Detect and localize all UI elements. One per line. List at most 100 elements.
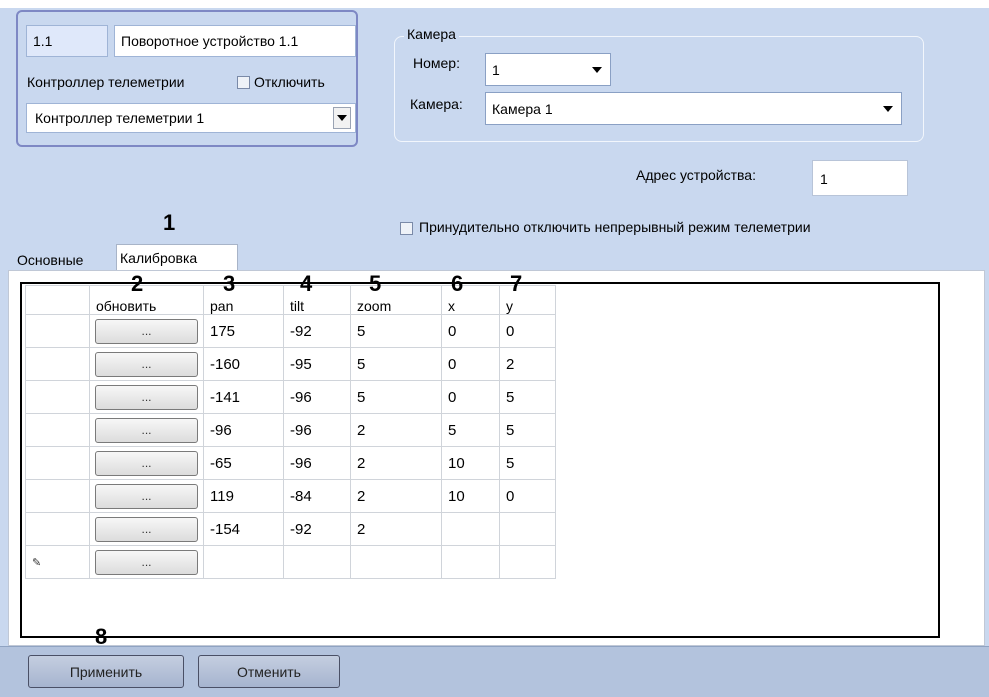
zoom-cell[interactable] xyxy=(350,545,442,579)
chevron-down-icon[interactable] xyxy=(333,107,351,129)
y-cell[interactable] xyxy=(499,512,556,546)
table-row-new[interactable]: ✎ ... xyxy=(25,545,556,579)
row-marker[interactable]: ✎ xyxy=(25,545,90,579)
row-marker[interactable] xyxy=(25,413,90,447)
camera-select[interactable]: Камера 1 xyxy=(485,92,902,125)
zoom-cell[interactable]: 2 xyxy=(350,413,442,447)
column-header-tilt[interactable]: tilt xyxy=(283,285,351,315)
update-row-button[interactable]: ... xyxy=(95,384,198,410)
table-row[interactable]: ... 175 -92 5 0 0 xyxy=(25,314,556,348)
y-cell[interactable]: 5 xyxy=(499,380,556,414)
x-cell[interactable]: 0 xyxy=(441,347,500,381)
pan-cell[interactable] xyxy=(203,545,284,579)
zoom-cell[interactable]: 5 xyxy=(350,347,442,381)
cancel-button[interactable]: Отменить xyxy=(198,655,340,688)
table-row[interactable]: ... 119 -84 2 10 0 xyxy=(25,479,556,513)
y-cell[interactable]: 2 xyxy=(499,347,556,381)
callout-6: 6 xyxy=(451,271,464,296)
column-header-update[interactable]: обновить xyxy=(89,285,204,315)
tilt-cell[interactable] xyxy=(283,545,351,579)
tilt-cell[interactable]: -84 xyxy=(283,479,351,513)
callout-1: 1 xyxy=(163,210,176,235)
callout-2: 2 xyxy=(131,271,144,296)
camera-number-select[interactable]: 1 xyxy=(485,53,611,86)
device-name-field[interactable]: Поворотное устройство 1.1 xyxy=(114,25,356,57)
x-cell[interactable]: 10 xyxy=(441,479,500,513)
address-label: Адрес устройства: xyxy=(636,167,756,183)
x-cell[interactable]: 0 xyxy=(441,380,500,414)
x-cell[interactable] xyxy=(441,512,500,546)
x-cell[interactable]: 5 xyxy=(441,413,500,447)
chevron-down-icon xyxy=(592,66,602,73)
y-cell[interactable]: 0 xyxy=(499,314,556,348)
x-cell[interactable] xyxy=(441,545,500,579)
disable-checkbox[interactable] xyxy=(237,76,250,89)
row-marker[interactable] xyxy=(25,479,90,513)
device-id-field[interactable]: 1.1 xyxy=(26,25,108,57)
pan-cell[interactable]: -65 xyxy=(203,446,284,480)
row-marker[interactable] xyxy=(25,512,90,546)
camera-select-value: Камера 1 xyxy=(492,101,553,117)
tilt-cell[interactable]: -96 xyxy=(283,380,351,414)
update-row-button[interactable]: ... xyxy=(95,450,198,476)
top-strip xyxy=(0,0,989,8)
callout-5: 5 xyxy=(369,271,382,296)
table-row[interactable]: ... -96 -96 2 5 5 xyxy=(25,413,556,447)
camera-label: Камера: xyxy=(410,96,463,112)
force-disable-checkbox[interactable] xyxy=(400,222,413,235)
table-row[interactable]: ... -154 -92 2 xyxy=(25,512,556,546)
callout-7: 7 xyxy=(510,271,523,296)
y-cell[interactable] xyxy=(499,545,556,579)
y-cell[interactable]: 0 xyxy=(499,479,556,513)
callout-3: 3 xyxy=(223,271,236,296)
y-cell[interactable]: 5 xyxy=(499,413,556,447)
zoom-cell[interactable]: 2 xyxy=(350,479,442,513)
row-marker[interactable] xyxy=(25,446,90,480)
column-header-zoom[interactable]: zoom xyxy=(350,285,442,315)
tilt-cell[interactable]: -92 xyxy=(283,512,351,546)
update-row-button[interactable]: ... xyxy=(95,417,198,443)
calibration-grid: обновить pan tilt zoom x y ... 175 -92 5… xyxy=(25,285,556,579)
disable-label: Отключить xyxy=(254,74,325,90)
row-marker[interactable] xyxy=(25,347,90,381)
controller-select[interactable]: Контроллер телеметрии 1 xyxy=(26,103,356,133)
column-header-marker xyxy=(25,285,90,315)
update-row-button[interactable]: ... xyxy=(95,483,198,509)
camera-group-label: Камера xyxy=(404,26,459,42)
force-disable-label: Принудительно отключить непрерывный режи… xyxy=(419,219,811,235)
zoom-cell[interactable]: 5 xyxy=(350,380,442,414)
update-row-button[interactable]: ... xyxy=(95,549,198,575)
tab-kalibrovka[interactable]: Калибровка xyxy=(116,244,238,272)
tilt-cell[interactable]: -92 xyxy=(283,314,351,348)
camera-group xyxy=(394,36,924,142)
pan-cell[interactable]: 119 xyxy=(203,479,284,513)
tilt-cell[interactable]: -96 xyxy=(283,446,351,480)
pan-cell[interactable]: -154 xyxy=(203,512,284,546)
zoom-cell[interactable]: 2 xyxy=(350,446,442,480)
row-marker[interactable] xyxy=(25,314,90,348)
zoom-cell[interactable]: 5 xyxy=(350,314,442,348)
apply-button[interactable]: Применить xyxy=(28,655,184,688)
table-row[interactable]: ... -160 -95 5 0 2 xyxy=(25,347,556,381)
y-cell[interactable]: 5 xyxy=(499,446,556,480)
pan-cell[interactable]: -141 xyxy=(203,380,284,414)
pan-cell[interactable]: -160 xyxy=(203,347,284,381)
tilt-cell[interactable]: -96 xyxy=(283,413,351,447)
zoom-cell[interactable]: 2 xyxy=(350,512,442,546)
x-cell[interactable]: 10 xyxy=(441,446,500,480)
update-row-button[interactable]: ... xyxy=(95,516,198,542)
chevron-down-icon xyxy=(883,105,893,112)
tab-osnovnye[interactable]: Основные xyxy=(14,249,86,271)
table-row[interactable]: ... -141 -96 5 0 5 xyxy=(25,380,556,414)
table-row[interactable]: ... -65 -96 2 10 5 xyxy=(25,446,556,480)
address-field[interactable]: 1 xyxy=(812,160,908,196)
x-cell[interactable]: 0 xyxy=(441,314,500,348)
update-row-button[interactable]: ... xyxy=(95,351,198,377)
pan-cell[interactable]: -96 xyxy=(203,413,284,447)
update-row-button[interactable]: ... xyxy=(95,318,198,344)
row-marker[interactable] xyxy=(25,380,90,414)
tilt-cell[interactable]: -95 xyxy=(283,347,351,381)
column-header-y[interactable]: y xyxy=(499,285,556,315)
pan-cell[interactable]: 175 xyxy=(203,314,284,348)
column-header-pan[interactable]: pan xyxy=(203,285,284,315)
